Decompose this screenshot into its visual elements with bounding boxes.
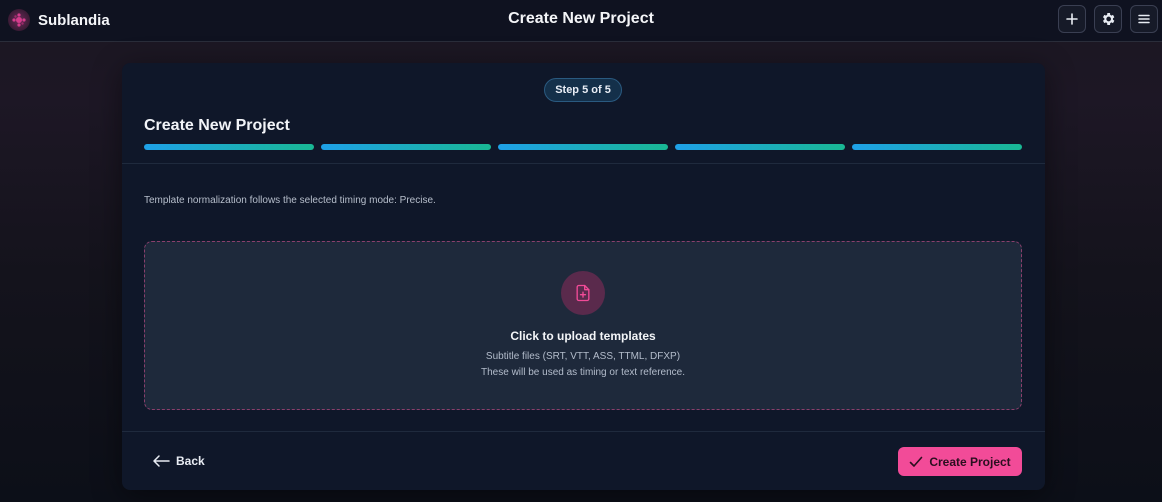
back-label: Back [176, 454, 205, 468]
page-title: Create New Project [508, 10, 654, 27]
menu-button[interactable] [1130, 5, 1158, 33]
timing-mode-info: Template normalization follows the selec… [144, 195, 436, 206]
gear-icon [1103, 13, 1115, 25]
upload-usage: These will be used as timing or text ref… [481, 367, 685, 378]
divider [122, 431, 1045, 432]
add-button[interactable] [1058, 5, 1086, 33]
create-project-label: Create Project [929, 454, 1011, 469]
progress-step-3 [498, 144, 668, 150]
wizard-title: Create New Project [144, 117, 290, 134]
progress-step-5 [852, 144, 1022, 150]
hamburger-menu-icon [1138, 14, 1150, 24]
create-project-button[interactable]: Create Project [898, 447, 1022, 476]
divider [122, 163, 1045, 164]
settings-button[interactable] [1094, 5, 1122, 33]
wizard-card: Step 5 of 5 Create New Project Template … [122, 63, 1045, 490]
top-bar: Sublandia Create New Project [0, 0, 1162, 42]
progress-step-1 [144, 144, 314, 150]
plus-icon [1066, 13, 1078, 25]
file-plus-icon [561, 271, 605, 315]
upload-formats: Subtitle files (SRT, VTT, ASS, TTML, DFX… [485, 351, 681, 362]
progress-step-2 [321, 144, 491, 150]
progress-step-4 [675, 144, 845, 150]
header-actions [1058, 5, 1158, 33]
upload-title: Click to upload templates [510, 329, 656, 343]
template-upload-dropzone[interactable]: Click to upload templates Subtitle files… [144, 241, 1022, 410]
step-badge: Step 5 of 5 [544, 78, 622, 102]
back-button[interactable]: Back [152, 451, 205, 471]
arrow-left-icon [153, 455, 170, 467]
check-icon [910, 456, 923, 467]
step-progress [144, 144, 1022, 150]
